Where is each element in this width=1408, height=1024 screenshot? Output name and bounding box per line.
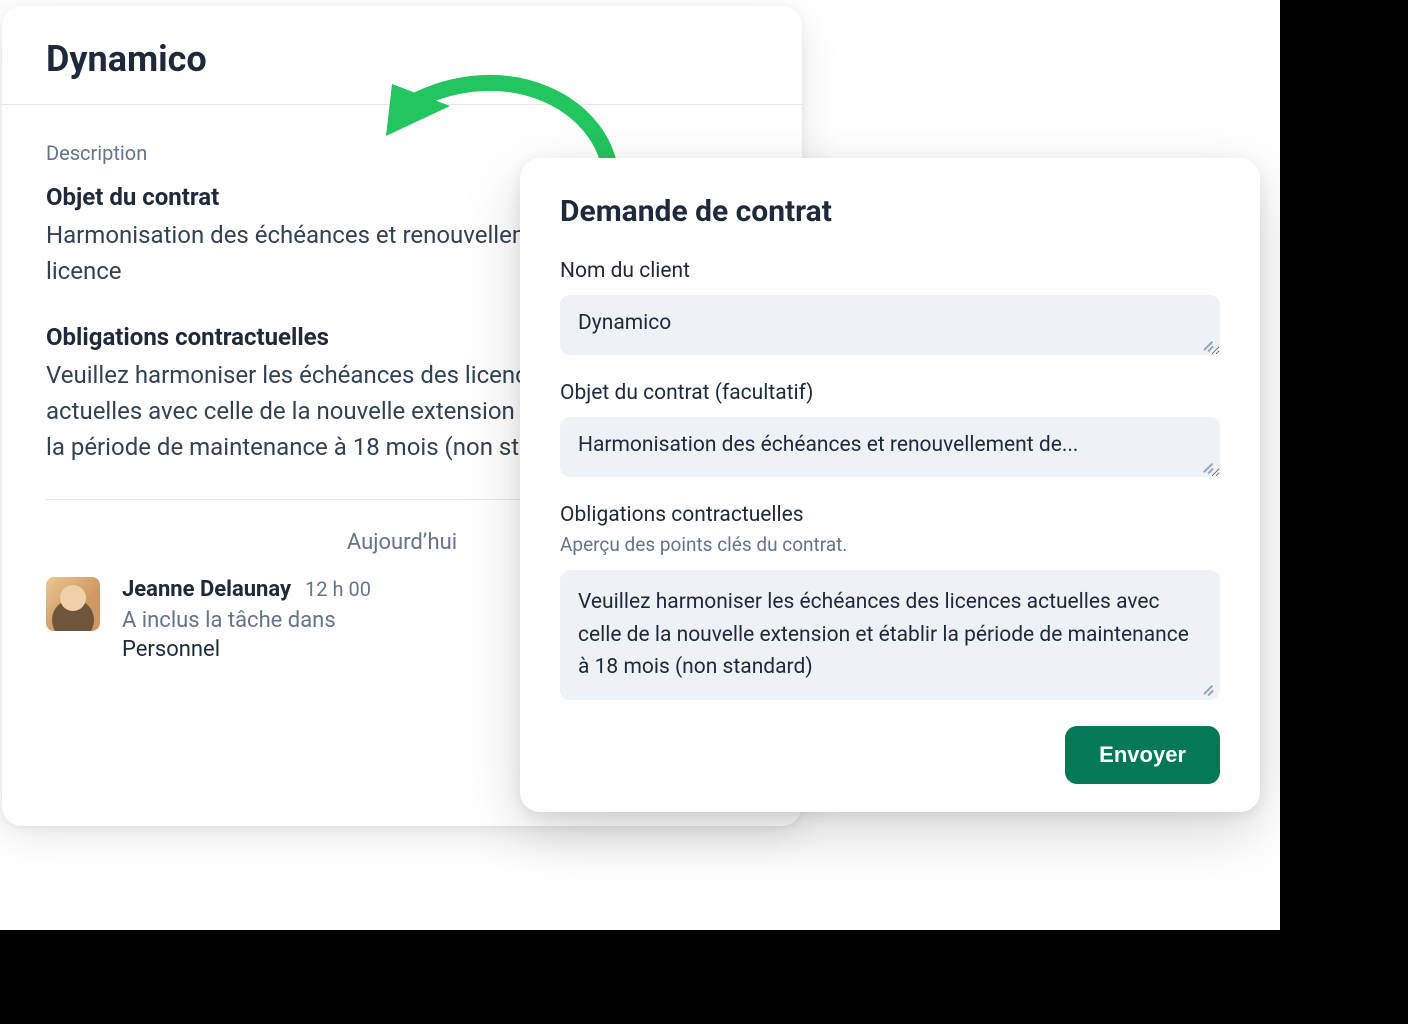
client-name-input[interactable]: Dynamico [560, 295, 1220, 355]
activity-time: 12 h 00 [305, 577, 371, 601]
canvas: Dynamico Description Objet du contrat Ha… [0, 0, 1280, 930]
client-name-label: Nom du client [560, 259, 1220, 283]
form-actions: Envoyer [560, 726, 1220, 784]
activity-target: Personnel [122, 637, 371, 662]
obligations-help: Aperçu des points clés du contrat. [560, 533, 1220, 556]
form-title: Demande de contrat [560, 194, 1220, 229]
client-name-field: Nom du client Dynamico [560, 259, 1220, 355]
activity-user: Jeanne Delaunay [122, 577, 291, 602]
contract-request-form: Demande de contrat Nom du client Dynamic… [520, 158, 1260, 812]
subject-field: Objet du contrat (facultatif) Harmonisat… [560, 381, 1220, 477]
subject-input[interactable]: Harmonisation des échéances et renouvell… [560, 417, 1220, 477]
avatar [46, 577, 100, 631]
divider [2, 104, 802, 105]
obligations-field: Obligations contractuelles Aperçu des po… [560, 503, 1220, 700]
page-title: Dynamico [46, 38, 758, 80]
activity-action: A inclus la tâche dans [122, 608, 371, 633]
obligations-input[interactable]: Veuillez harmoniser les échéances des li… [560, 570, 1220, 700]
obligations-label: Obligations contractuelles [560, 503, 1220, 527]
submit-button[interactable]: Envoyer [1065, 726, 1220, 784]
subject-label: Objet du contrat (facultatif) [560, 381, 1220, 405]
